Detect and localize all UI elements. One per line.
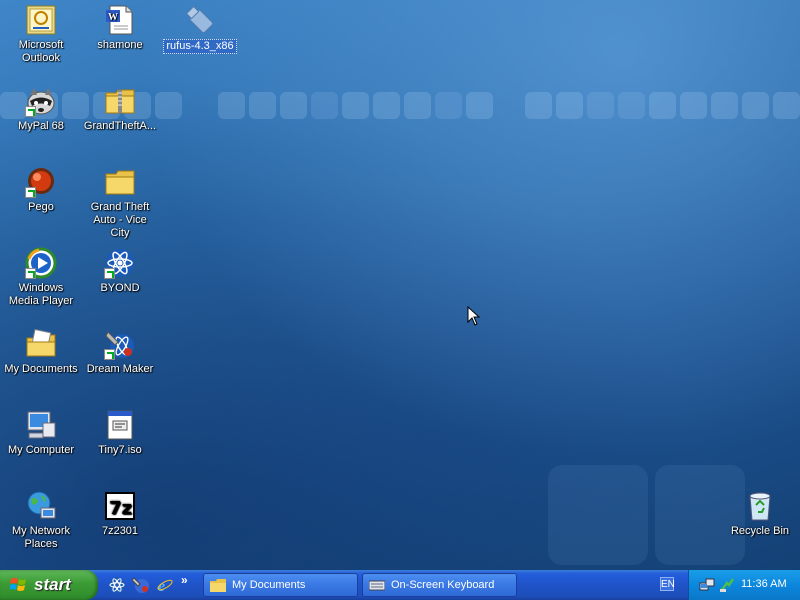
start-label: start xyxy=(34,575,71,594)
folder-icon xyxy=(210,579,226,592)
language-indicator[interactable]: EN xyxy=(660,577,675,591)
desktop-icon-recycle-bin[interactable]: Recycle Bin xyxy=(721,490,799,538)
desktop-icon-tiny7[interactable]: Tiny7.iso xyxy=(81,409,159,457)
desktop-icon-gta-zip[interactable]: GrandTheftA... xyxy=(81,85,159,133)
dream-maker-icon xyxy=(104,328,136,360)
icon-label: My Computer xyxy=(7,444,75,456)
folder-icon xyxy=(104,166,136,198)
icon-label: MyPal 68 xyxy=(18,120,64,132)
7zip-icon: 7z xyxy=(104,490,136,522)
media-player-icon xyxy=(25,247,57,279)
raccoon-browser-icon xyxy=(25,85,57,117)
icon-label: shamone xyxy=(97,39,143,51)
shortcut-arrow-icon xyxy=(104,268,115,279)
shortcut-arrow-icon xyxy=(25,268,36,279)
byond-atom-icon xyxy=(104,247,136,279)
network-connection-icon[interactable] xyxy=(699,577,715,593)
windows-flag-icon xyxy=(10,578,26,591)
icon-label: Grand Theft Auto - Vice City xyxy=(90,201,150,239)
mouse-cursor-icon xyxy=(467,306,481,326)
zip-folder-icon xyxy=(104,85,136,117)
recycle-bin-icon xyxy=(744,490,776,522)
taskbar-button-label: My Documents xyxy=(232,579,306,591)
svg-text:W: W xyxy=(108,12,118,23)
word-document-icon: W xyxy=(104,4,136,36)
icon-label: 7z2301 xyxy=(101,525,139,537)
taskbar-button-my-documents[interactable]: My Documents xyxy=(203,573,358,597)
shortcut-arrow-icon xyxy=(104,349,115,360)
desktop-icon-network[interactable]: My Network Places xyxy=(2,490,80,551)
safely-remove-icon[interactable] xyxy=(719,577,735,593)
red-ball-icon xyxy=(25,166,57,198)
desktop-icon-pego[interactable]: Pego xyxy=(2,166,80,214)
icon-label: My Documents xyxy=(4,363,78,375)
usb-drive-icon xyxy=(184,4,216,36)
desktop-icon-shamone[interactable]: W shamone xyxy=(81,4,159,52)
shortcut-arrow-icon xyxy=(25,187,36,198)
desktop-icon-rufus[interactable]: rufus-4.3_x86 xyxy=(161,4,239,54)
icon-label: GrandTheftA... xyxy=(83,120,157,132)
icon-label: Microsoft Outlook xyxy=(18,39,64,64)
shortcut-arrow-icon xyxy=(25,106,36,117)
iso-file-icon xyxy=(104,409,136,441)
icon-label: Windows Media Player xyxy=(8,282,74,307)
byond-icon[interactable] xyxy=(108,576,126,594)
desktop-icon-outlook[interactable]: Microsoft Outlook xyxy=(2,4,80,65)
taskbar-button-label: On-Screen Keyboard xyxy=(391,579,495,591)
internet-explorer-icon[interactable]: e xyxy=(156,576,174,594)
icon-label: Dream Maker xyxy=(86,363,154,375)
icon-label: BYOND xyxy=(100,282,140,294)
taskbar: start e » My Documents On-Screen Keyboar… xyxy=(0,570,800,600)
desktop-icon-gta-folder[interactable]: Grand Theft Auto - Vice City xyxy=(81,166,159,240)
taskbar-button-on-screen-keyboard[interactable]: On-Screen Keyboard xyxy=(362,573,517,597)
system-tray: 11:36 AM xyxy=(688,570,800,600)
icon-label: Recycle Bin xyxy=(730,525,790,537)
desktop-icon-my-computer[interactable]: My Computer xyxy=(2,409,80,457)
clock[interactable]: 11:36 AM xyxy=(741,578,787,590)
outlook-icon xyxy=(25,4,57,36)
icon-label: rufus-4.3_x86 xyxy=(163,39,237,54)
my-documents-icon xyxy=(25,328,57,360)
start-button[interactable]: start xyxy=(0,570,98,600)
icon-label: Tiny7.iso xyxy=(98,444,142,456)
desktop-icon-7z[interactable]: 7z 7z2301 xyxy=(81,490,159,538)
dream-maker-icon[interactable] xyxy=(132,576,150,594)
desktop-icon-my-documents[interactable]: My Documents xyxy=(2,328,80,376)
network-icon xyxy=(25,490,57,522)
desktop-icon-dream-maker[interactable]: Dream Maker xyxy=(81,328,159,376)
desktop[interactable]: Microsoft Outlook MyPal 68 Pego Windows … xyxy=(0,0,800,570)
svg-text:7z: 7z xyxy=(109,498,132,519)
icon-label: My Network Places xyxy=(11,525,71,550)
desktop-icon-wmp[interactable]: Windows Media Player xyxy=(2,247,80,308)
computer-icon xyxy=(25,409,57,441)
desktop-icon-byond[interactable]: BYOND xyxy=(81,247,159,295)
quick-launch-overflow-button[interactable]: » xyxy=(181,573,188,587)
keyboard-icon xyxy=(369,580,385,591)
desktop-icon-mypal[interactable]: MyPal 68 xyxy=(2,85,80,133)
icon-label: Pego xyxy=(28,201,54,213)
